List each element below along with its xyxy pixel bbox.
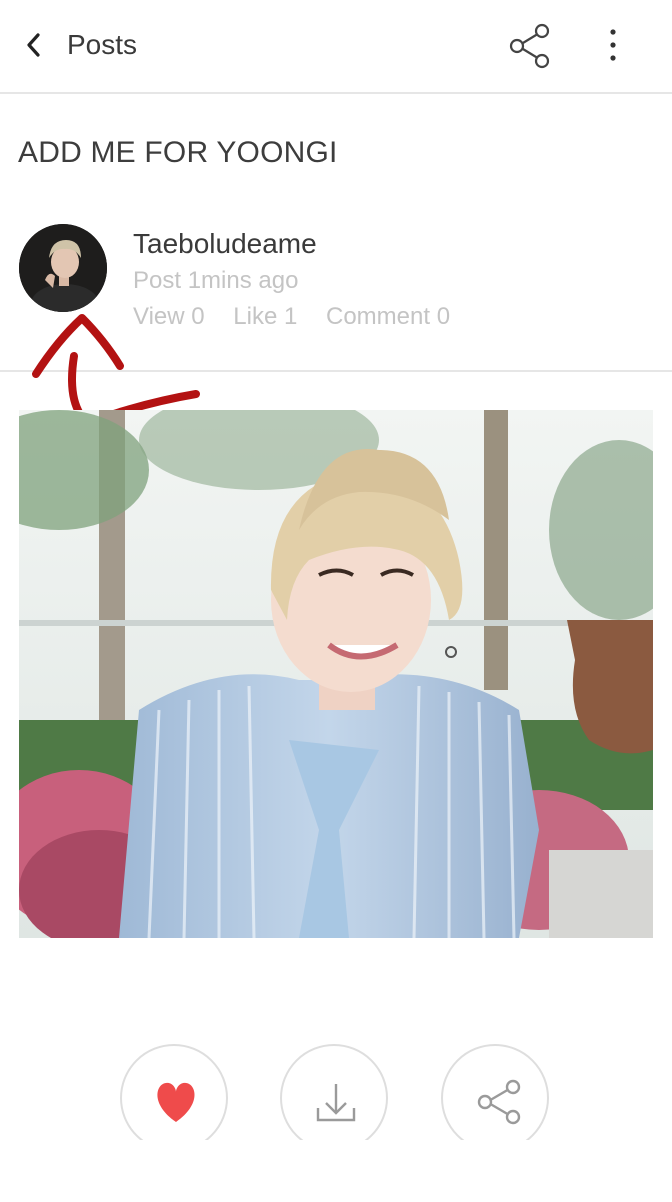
post-time: Post 1mins ago [133,267,299,294]
download-button[interactable] [280,1044,388,1140]
avatar[interactable] [19,224,107,312]
back-button[interactable] [20,30,50,60]
view-count: View 0 [133,303,205,330]
like-button[interactable] [120,1044,228,1140]
avatar-image [19,224,107,312]
more-vertical-icon [610,29,616,61]
post-photo [19,410,653,938]
post-stats: View 0 Like 1 Comment 0 [133,303,472,331]
download-icon [316,1084,356,1122]
chevron-left-icon [27,33,40,57]
share-icon [509,23,550,69]
top-bar: Posts [0,0,672,94]
heart-icon [157,1082,195,1122]
share-icon [477,1079,521,1125]
post-title: ADD ME FOR YOONGI [18,136,338,169]
page-title: Posts [67,29,138,60]
like-count: Like 1 [233,303,298,330]
share-button[interactable] [506,22,554,70]
post-actions [0,1040,672,1140]
post-image[interactable] [19,410,653,938]
more-options-button[interactable] [598,26,628,68]
comment-count: Comment 0 [326,303,451,330]
share-post-button[interactable] [441,1044,549,1140]
author-info: Taeboludeame Post 1mins ago View 0 Like … [0,212,672,372]
author-name[interactable]: Taeboludeame [133,228,317,260]
